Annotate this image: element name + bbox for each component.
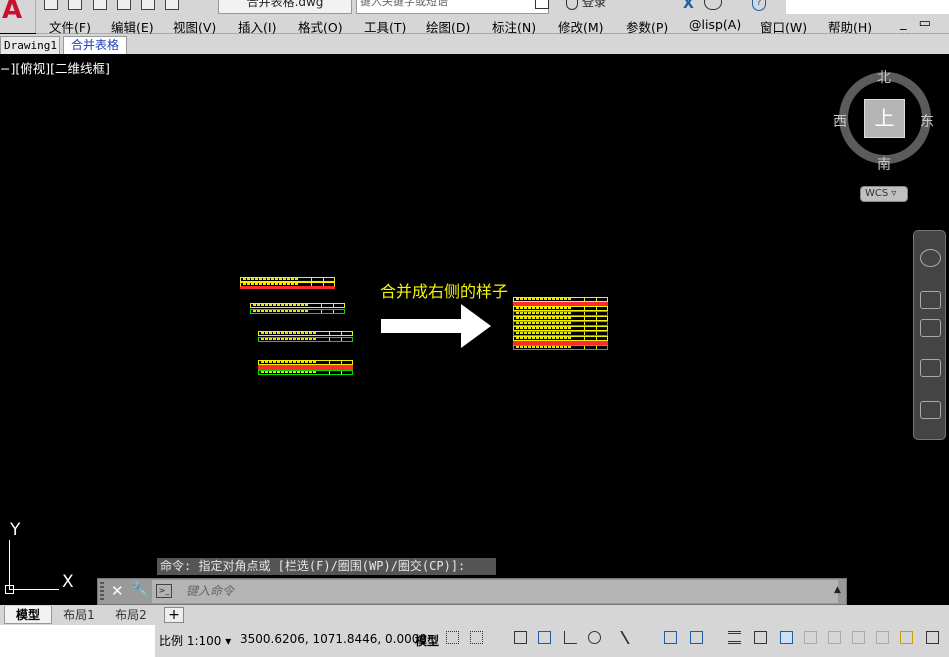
- login-label[interactable]: 登录: [582, 0, 606, 14]
- selection-cycling-icon[interactable]: [780, 631, 793, 644]
- close-icon[interactable]: ✕: [111, 582, 124, 600]
- compass-north[interactable]: 北: [877, 67, 891, 87]
- navigation-bar: [913, 230, 946, 440]
- zoom-extents-icon[interactable]: [920, 319, 941, 337]
- ucs-origin-icon: [5, 585, 14, 594]
- command-grip-handle[interactable]: [100, 582, 104, 600]
- autocad-logo-icon: A: [2, 0, 23, 25]
- wcs-menu-button[interactable]: WCS ▿: [860, 186, 908, 202]
- polar-tracking-icon[interactable]: [588, 631, 601, 644]
- gizmo-icon[interactable]: [876, 631, 889, 644]
- file-title-tab: 合并表格.dwg: [218, 0, 352, 14]
- add-layout-button[interactable]: +: [164, 607, 184, 623]
- new-file-icon[interactable]: [44, 0, 58, 10]
- showmotion-icon[interactable]: [920, 401, 941, 419]
- table-row: [250, 303, 345, 308]
- annotation-scale[interactable]: 比例 1:100 ▾: [159, 632, 231, 649]
- chevron-up-icon[interactable]: ▲: [834, 585, 841, 595]
- undo-icon[interactable]: [165, 0, 179, 10]
- ucs-y-label: Y: [10, 520, 21, 540]
- compass-east[interactable]: 东: [920, 111, 934, 131]
- customization-menu-icon[interactable]: [926, 631, 939, 644]
- document-tab-bar: [0, 34, 949, 54]
- wrench-icon[interactable]: 🔧: [131, 582, 148, 598]
- print-icon[interactable]: [141, 0, 155, 10]
- cursor-coordinates[interactable]: 3500.6206, 1071.8446, 0.0000: [240, 632, 427, 646]
- tab-drawing1[interactable]: Drawing1: [0, 36, 60, 54]
- save-as-icon[interactable]: [117, 0, 131, 10]
- save-icon[interactable]: [93, 0, 107, 10]
- snap-icon[interactable]: [470, 631, 483, 644]
- app-menu-button[interactable]: A: [0, 0, 36, 33]
- command-prompt-icon[interactable]: >_: [156, 584, 172, 598]
- table-row: [258, 370, 353, 375]
- ucs-x-axis: [9, 589, 59, 590]
- pan-hand-icon[interactable]: [920, 291, 941, 309]
- menu-lisp[interactable]: @lisp(A): [689, 17, 741, 32]
- steering-wheel-icon[interactable]: [920, 249, 941, 267]
- table-row: [250, 309, 345, 314]
- dynamic-input-icon[interactable]: [538, 631, 551, 644]
- status-blank: [0, 625, 155, 657]
- object-snap-tracking-icon[interactable]: [664, 631, 677, 644]
- ucs-x-label: X: [62, 572, 74, 592]
- table-row: [258, 331, 353, 336]
- command-history: 命令: 指定对角点或 [栏选(F)/圈围(WP)/圈交(CP)]:: [157, 558, 496, 575]
- 3d-osnap-icon[interactable]: [804, 631, 817, 644]
- command-input[interactable]: 键入命令: [152, 580, 838, 603]
- model-space-toggle[interactable]: 模型: [415, 632, 439, 649]
- open-file-icon[interactable]: [68, 0, 82, 10]
- table-row: [513, 345, 608, 350]
- table-row: [258, 337, 353, 342]
- tab-merge-table[interactable]: 合并表格: [63, 36, 127, 54]
- binoculars-icon[interactable]: [535, 0, 549, 9]
- compass-south[interactable]: 南: [877, 154, 891, 174]
- selection-filter-icon[interactable]: [852, 631, 865, 644]
- object-snap-icon[interactable]: [690, 631, 703, 644]
- viewport-controls[interactable]: −][俯视][二维线框]: [0, 58, 110, 77]
- autocad-window: A 合并表格.dwg 键入关键字或短语 登录 X ? 文件(F) 编辑(E) 视…: [0, 0, 949, 657]
- viewcube-top-face[interactable]: 上: [864, 99, 905, 138]
- right-arrow-shape[interactable]: [381, 304, 493, 348]
- lineweight-icon[interactable]: [728, 631, 741, 644]
- table-row: [240, 287, 335, 289]
- tab-layout1[interactable]: 布局1: [56, 606, 102, 624]
- title-bar-blank: [786, 0, 949, 14]
- ortho-icon[interactable]: [564, 631, 577, 644]
- tab-model[interactable]: 模型: [4, 606, 52, 624]
- compass-west[interactable]: 西: [833, 111, 847, 131]
- ucs-y-axis: [9, 540, 10, 590]
- exchange-x-icon[interactable]: X: [683, 0, 694, 11]
- transparency-icon[interactable]: [754, 631, 767, 644]
- tab-layout2[interactable]: 布局2: [108, 606, 154, 624]
- grid-icon[interactable]: [446, 631, 459, 644]
- orbit-icon[interactable]: [920, 359, 941, 377]
- search-input[interactable]: 键入关键字或短语: [356, 0, 549, 14]
- dynamic-ucs-icon[interactable]: [828, 631, 841, 644]
- menubar: 文件(F) 编辑(E) 视图(V) 插入(I) 格式(O) 工具(T) 绘图(D…: [36, 14, 949, 46]
- infer-constraints-icon[interactable]: [514, 631, 527, 644]
- annotation-text[interactable]: 合并成右侧的样子: [380, 278, 508, 302]
- annotation-monitor-icon[interactable]: [900, 631, 913, 644]
